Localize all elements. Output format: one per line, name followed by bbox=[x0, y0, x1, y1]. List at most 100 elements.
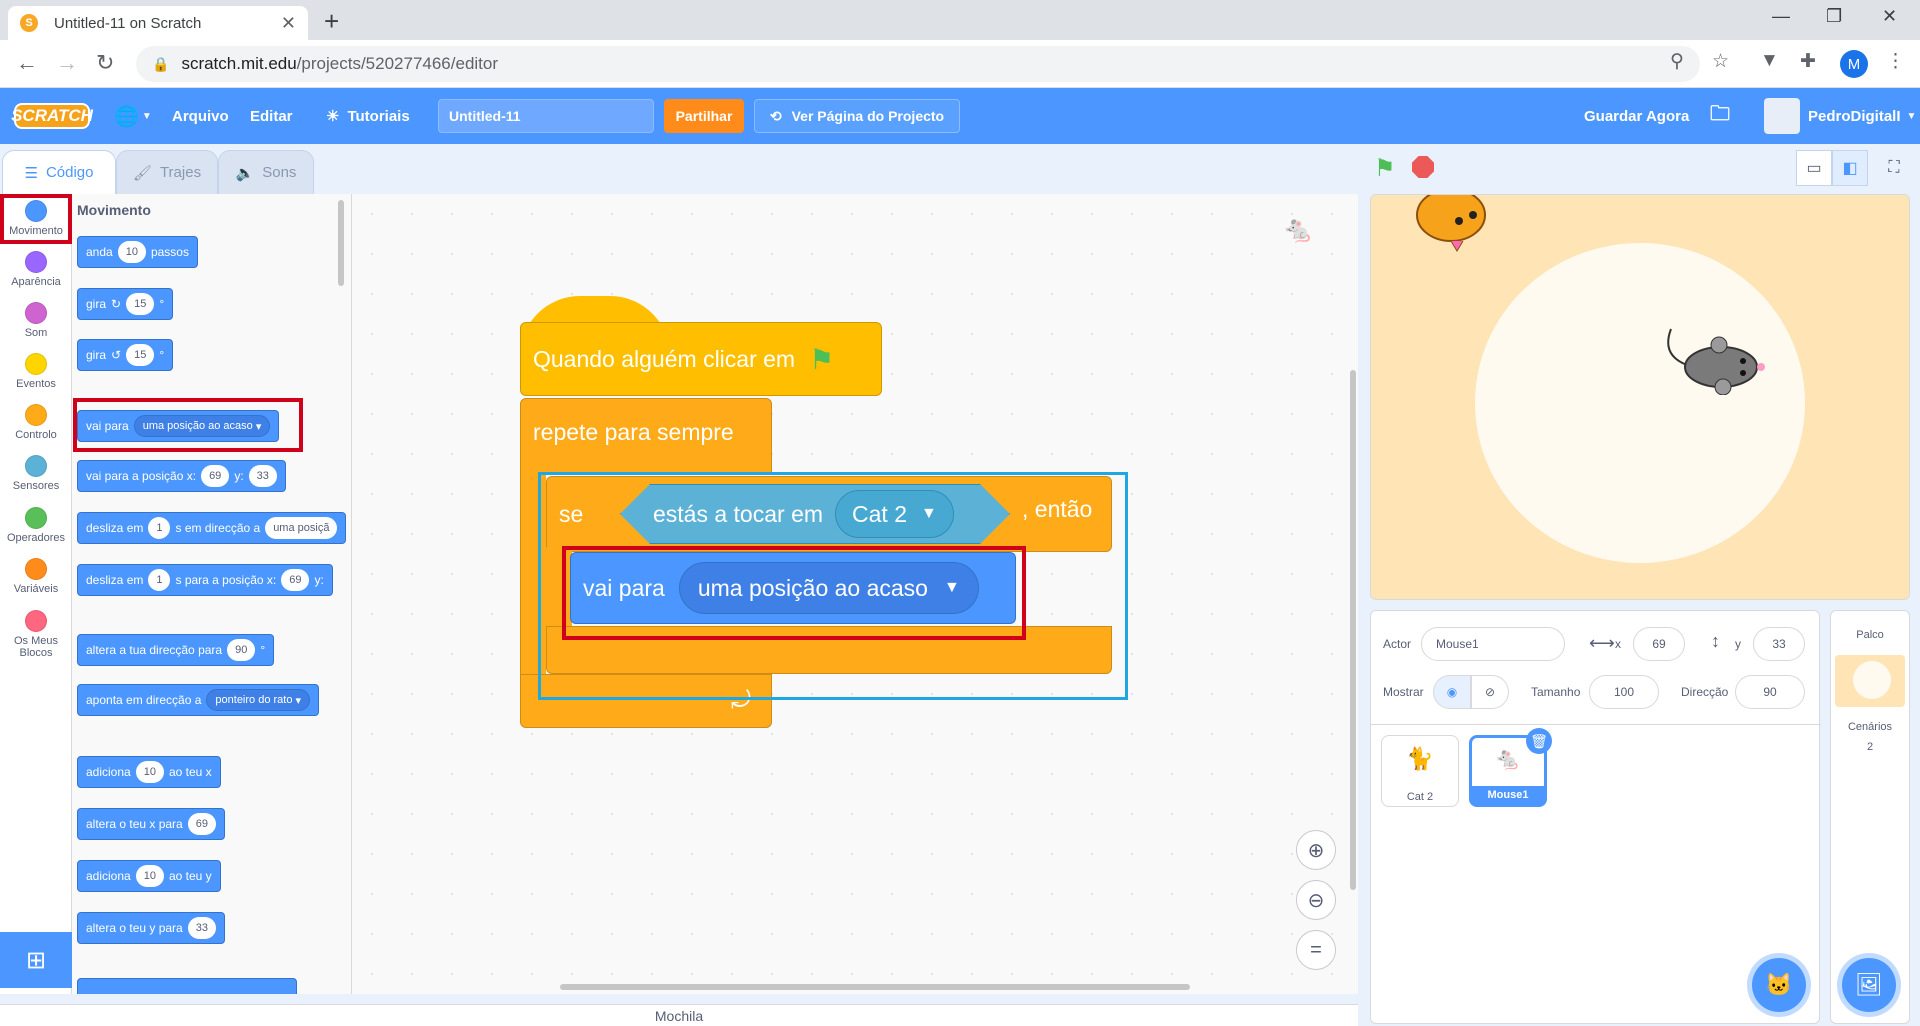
tab-code[interactable]: ☰ Código bbox=[2, 150, 116, 194]
x-position-input[interactable]: 69 bbox=[1633, 627, 1685, 661]
backpack-bar[interactable]: Mochila bbox=[0, 1004, 1358, 1026]
fullscreen-icon[interactable]: ⛶ bbox=[1876, 150, 1912, 186]
new-tab-icon[interactable]: + bbox=[324, 6, 339, 37]
delete-sprite-button[interactable]: 🗑 bbox=[1526, 728, 1552, 754]
block-input[interactable]: 15 bbox=[126, 293, 155, 315]
address-bar[interactable]: 🔒 scratch.mit.edu/projects/520277466/edi… bbox=[136, 46, 1700, 82]
palette-block-change-x[interactable]: adiciona 10 ao teu x bbox=[77, 756, 221, 788]
palette-block-goto-xy[interactable]: vai para a posição x: 69 y: 33 bbox=[77, 460, 286, 492]
green-flag-icon[interactable]: ⚑ bbox=[1374, 154, 1396, 183]
block-input[interactable]: 1 bbox=[148, 517, 171, 539]
extensions-puzzle-icon[interactable]: ✚ bbox=[1800, 50, 1816, 73]
browser-menu-icon[interactable]: ⋮ bbox=[1886, 50, 1905, 73]
dropdown-value: ponteiro do rato bbox=[215, 694, 293, 706]
user-avatar[interactable] bbox=[1764, 98, 1800, 134]
add-sprite-button[interactable]: 🐱 bbox=[1752, 958, 1806, 1012]
palette-scrollbar[interactable] bbox=[338, 200, 344, 286]
category-looks[interactable]: Aparência bbox=[0, 245, 72, 295]
extension-icon[interactable]: ▼ bbox=[1760, 50, 1779, 72]
script-horizontal-scrollbar[interactable] bbox=[560, 984, 1190, 990]
category-variables[interactable]: Variáveis bbox=[0, 552, 72, 602]
palette-block-glide-to[interactable]: desliza em 1 s em direcção a uma posiçã bbox=[77, 512, 347, 544]
category-events[interactable]: Eventos bbox=[0, 347, 72, 397]
sprite-name-input[interactable]: Mouse1 bbox=[1421, 627, 1565, 661]
category-operators[interactable]: Operadores bbox=[0, 501, 72, 551]
see-project-page-button[interactable]: ⟲ Ver Página do Projecto bbox=[754, 99, 960, 133]
block-input[interactable]: 33 bbox=[248, 465, 277, 487]
block-input[interactable]: 15 bbox=[126, 344, 155, 366]
scratch-logo[interactable]: SCRATCH bbox=[11, 103, 93, 129]
block-text: adiciona bbox=[86, 765, 131, 779]
block-input[interactable]: 90 bbox=[227, 639, 256, 661]
zoom-out-button[interactable]: ⊖ bbox=[1296, 880, 1336, 920]
tab-sounds[interactable]: 🔈 Sons bbox=[218, 150, 314, 194]
zoom-reset-button[interactable]: = bbox=[1296, 930, 1336, 970]
category-sound[interactable]: Som bbox=[0, 296, 72, 346]
bookmark-star-icon[interactable]: ☆ bbox=[1712, 50, 1729, 73]
palette-block-point-towards[interactable]: aponta em direcção a ponteiro do rato ▾ bbox=[77, 684, 320, 716]
category-my-blocks[interactable]: Os Meus Blocos bbox=[0, 604, 72, 664]
palette-block-point-direction[interactable]: altera a tua direcção para 90 ° bbox=[77, 634, 275, 666]
category-sensing[interactable]: Sensores bbox=[0, 449, 72, 499]
back-icon[interactable]: ← bbox=[16, 50, 38, 76]
show-visible-button[interactable]: ◉ bbox=[1433, 675, 1471, 709]
show-hidden-button[interactable]: ⊘ bbox=[1471, 675, 1509, 709]
size-input[interactable]: 100 bbox=[1589, 675, 1659, 709]
browser-tab[interactable]: S Untitled-11 on Scratch ✕ bbox=[8, 6, 308, 40]
large-stage-icon[interactable]: ◧ bbox=[1832, 150, 1868, 186]
block-input[interactable]: 10 bbox=[117, 241, 146, 263]
profile-avatar[interactable]: M bbox=[1840, 50, 1868, 78]
tab-costumes[interactable]: 🖌 Trajes bbox=[116, 150, 218, 194]
add-backdrop-button[interactable]: 🖼 bbox=[1842, 958, 1896, 1012]
forward-icon[interactable]: → bbox=[56, 50, 78, 76]
edit-menu[interactable]: Editar bbox=[250, 88, 293, 144]
sprite-tile-cat-2[interactable]: 🐈 Cat 2 bbox=[1381, 735, 1459, 807]
palette-block-turn-left[interactable]: gira ↺ 15 ° bbox=[77, 339, 174, 371]
reload-icon[interactable]: ↻ bbox=[96, 50, 114, 76]
block-input[interactable]: uma posiçã bbox=[265, 517, 338, 539]
my-stuff-folder-icon[interactable]: 🗀 bbox=[1710, 88, 1730, 144]
add-extension-button[interactable]: ⊞ bbox=[0, 932, 72, 988]
palette-block-change-y[interactable]: adiciona 10 ao teu y bbox=[77, 860, 221, 892]
file-menu[interactable]: Arquivo bbox=[172, 88, 229, 144]
palette-block-set-x[interactable]: altera o teu x para 69 bbox=[77, 808, 225, 840]
minimize-window-icon[interactable]: — bbox=[1772, 6, 1790, 27]
category-control[interactable]: Controlo bbox=[0, 398, 72, 448]
block-dropdown[interactable]: ponteiro do rato ▾ bbox=[206, 689, 311, 711]
block-input[interactable]: 1 bbox=[148, 569, 171, 591]
block-input[interactable]: 69 bbox=[201, 465, 230, 487]
palette-block-turn-right[interactable]: gira ↻ 15 ° bbox=[77, 288, 174, 320]
tutorials-menu[interactable]: ☀ Tutoriais bbox=[326, 88, 410, 144]
block-text: ° bbox=[260, 643, 266, 657]
share-button[interactable]: Partilhar bbox=[664, 99, 744, 133]
save-now-button[interactable]: Guardar Agora bbox=[1584, 88, 1689, 144]
close-window-icon[interactable]: ✕ bbox=[1882, 6, 1897, 27]
stage-canvas[interactable] bbox=[1370, 194, 1910, 600]
script-vertical-scrollbar[interactable] bbox=[1350, 370, 1356, 890]
direction-input[interactable]: 90 bbox=[1735, 675, 1805, 709]
y-position-input[interactable]: 33 bbox=[1753, 627, 1805, 661]
block-input[interactable]: 33 bbox=[187, 917, 216, 939]
close-tab-icon[interactable]: ✕ bbox=[281, 13, 296, 34]
account-menu[interactable]: PedroDigitalI ▼ bbox=[1808, 88, 1916, 144]
palette-block-partial[interactable] bbox=[77, 978, 297, 994]
stop-sign-icon[interactable] bbox=[1412, 156, 1434, 178]
restore-window-icon[interactable]: ❐ bbox=[1826, 6, 1842, 27]
zoom-page-icon[interactable]: ⚲ bbox=[1670, 50, 1684, 73]
forever-block[interactable]: repete para sempre bbox=[520, 398, 772, 474]
block-input[interactable]: 69 bbox=[187, 813, 216, 835]
palette-block-glide-xy[interactable]: desliza em 1 s para a posição x: 69 y: bbox=[77, 564, 333, 596]
palette-block-set-y[interactable]: altera o teu y para 33 bbox=[77, 912, 225, 944]
project-title-input[interactable]: Untitled-11 bbox=[438, 99, 654, 133]
zoom-in-button[interactable]: ⊕ bbox=[1296, 830, 1336, 870]
when-flag-clicked-block[interactable]: Quando alguém clicar em ⚑ bbox=[520, 296, 882, 400]
block-input[interactable]: 69 bbox=[281, 569, 310, 591]
small-stage-icon[interactable]: ▭ bbox=[1796, 150, 1832, 186]
language-globe-icon[interactable]: 🌐 ▼ bbox=[114, 88, 152, 144]
block-input[interactable]: 10 bbox=[135, 761, 164, 783]
actor-label: Actor bbox=[1383, 637, 1412, 651]
block-input[interactable]: 10 bbox=[135, 865, 164, 887]
rotate-right-icon: ↻ bbox=[111, 297, 122, 311]
category-dot bbox=[25, 404, 47, 426]
palette-block-move[interactable]: anda 10 passos bbox=[77, 236, 198, 268]
